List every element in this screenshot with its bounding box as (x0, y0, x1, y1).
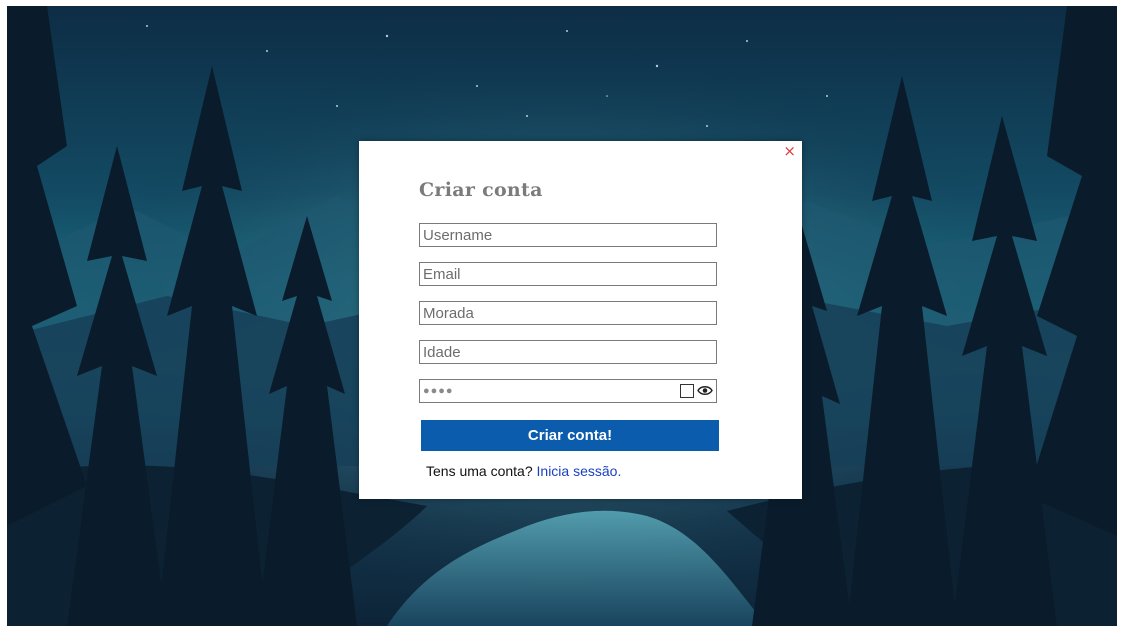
idade-field[interactable] (419, 340, 717, 364)
username-field[interactable] (419, 223, 717, 247)
morada-field[interactable] (419, 301, 717, 325)
email-field[interactable] (419, 262, 717, 286)
password-field[interactable]: ●●●● (419, 379, 717, 403)
show-password-checkbox[interactable] (680, 384, 694, 398)
create-account-button[interactable]: Criar conta! (421, 420, 719, 451)
login-prompt: Tens uma conta? Inicia sessão. (426, 463, 621, 479)
login-prompt-text: Tens uma conta? (426, 463, 533, 479)
login-link[interactable]: Inicia sessão. (537, 463, 622, 479)
username-input[interactable] (420, 224, 716, 246)
dialog-title: Criar conta (419, 179, 543, 201)
idade-input[interactable] (420, 341, 716, 363)
morada-input[interactable] (420, 302, 716, 324)
create-account-dialog: × Criar conta ●●●● Criar conta! Tens uma… (359, 141, 802, 499)
email-input[interactable] (420, 263, 716, 285)
password-masked-value: ●●●● (423, 385, 454, 397)
close-icon[interactable]: × (783, 143, 796, 159)
eye-icon (697, 386, 713, 395)
